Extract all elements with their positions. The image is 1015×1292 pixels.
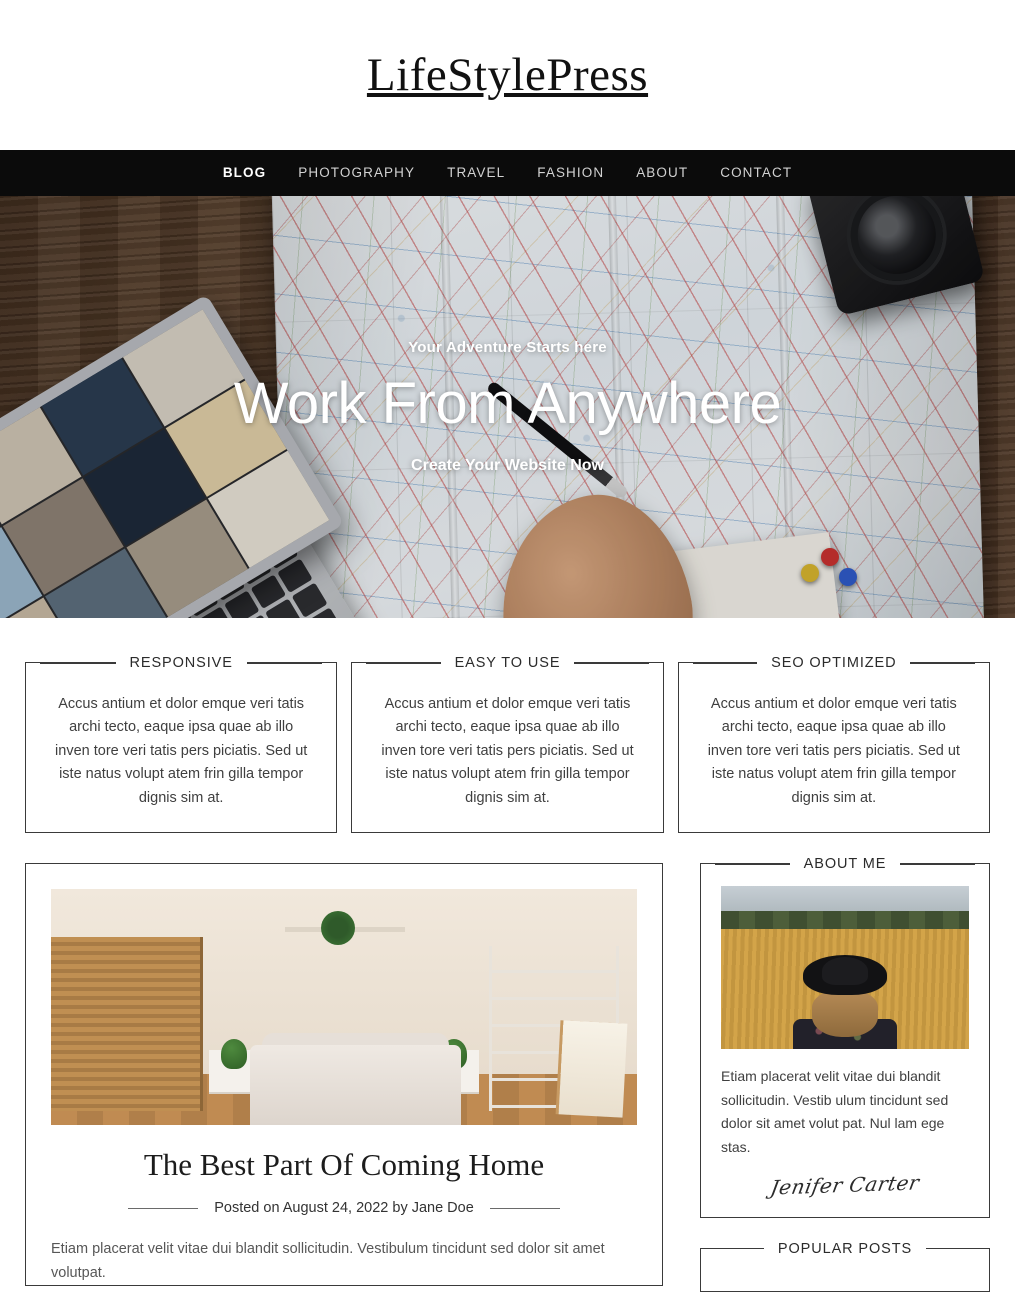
bed bbox=[250, 1045, 462, 1126]
rule-right bbox=[489, 1207, 560, 1209]
widget-popular-posts: POPULAR POSTS bbox=[700, 1240, 990, 1292]
rule-left bbox=[715, 1248, 764, 1250]
rule-left bbox=[40, 662, 116, 664]
nav-item-blog[interactable]: BLOG bbox=[207, 150, 282, 196]
site-title[interactable]: LifeStylePress bbox=[367, 51, 648, 99]
nav-item-travel[interactable]: TRAVEL bbox=[431, 150, 521, 196]
about-me-text: Etiam placerat velit vitae dui blandit s… bbox=[721, 1068, 949, 1155]
rule-right bbox=[574, 662, 649, 664]
nav-item-fashion[interactable]: FASHION bbox=[521, 150, 620, 196]
feature-box-header: RESPONSIVE bbox=[26, 655, 336, 671]
content-layout: The Best Part Of Coming Home Posted on A… bbox=[0, 833, 1015, 1292]
widget-about-me: ABOUT ME Etiam placerat velit vitae dui … bbox=[700, 856, 990, 1218]
post-excerpt: Etiam placerat velit vitae dui blandit s… bbox=[51, 1241, 605, 1281]
post-meta: Posted on August 24, 2022 by Jane Doe bbox=[51, 1200, 637, 1216]
room-divider bbox=[51, 936, 203, 1112]
rule-right bbox=[910, 662, 975, 664]
feature-box-seo-optimized: SEO OPTIMIZED Accus antium et dolor emqu… bbox=[677, 655, 990, 834]
post-featured-image[interactable] bbox=[51, 889, 637, 1126]
about-me-photo bbox=[721, 886, 969, 1050]
rule-right bbox=[926, 1248, 975, 1250]
feature-body-easy-to-use: Accus antium et dolor emque veri tatis a… bbox=[381, 696, 634, 806]
main-column: The Best Part Of Coming Home Posted on A… bbox=[25, 863, 663, 1287]
rule-right bbox=[900, 863, 976, 865]
feature-boxes: RESPONSIVE Accus antium et dolor emque v… bbox=[0, 618, 1015, 834]
author-signature: Jenifer Carter bbox=[768, 1170, 922, 1200]
sidebar: ABOUT ME Etiam placerat velit vitae dui … bbox=[700, 856, 990, 1292]
nav-item-about[interactable]: ABOUT bbox=[620, 150, 704, 196]
hero-title: Work From Anywhere bbox=[233, 371, 782, 437]
rule-left bbox=[128, 1207, 199, 1209]
widget-header: ABOUT ME bbox=[701, 856, 989, 873]
rule-left bbox=[715, 863, 790, 865]
feature-box-responsive: RESPONSIVE Accus antium et dolor emque v… bbox=[25, 655, 338, 834]
post-title[interactable]: The Best Part Of Coming Home bbox=[51, 1147, 637, 1183]
widget-title-popular-posts: POPULAR POSTS bbox=[763, 1240, 927, 1257]
widget-header: POPULAR POSTS bbox=[701, 1240, 989, 1257]
rule-left bbox=[692, 662, 758, 664]
post-meta-text: Posted on August 24, 2022 by Jane Doe bbox=[214, 1200, 474, 1217]
feature-title-responsive: RESPONSIVE bbox=[115, 655, 247, 671]
feature-title-seo-optimized: SEO OPTIMIZED bbox=[757, 655, 911, 671]
blog-post-card: The Best Part Of Coming Home Posted on A… bbox=[25, 863, 663, 1287]
easel bbox=[558, 1019, 628, 1118]
nav-item-contact[interactable]: CONTACT bbox=[704, 150, 808, 196]
black-hat bbox=[803, 954, 887, 995]
rule-left bbox=[366, 662, 441, 664]
main-navigation: BLOG PHOTOGRAPHY TRAVEL FASHION ABOUT CO… bbox=[0, 150, 1015, 196]
feature-title-easy-to-use: EASY TO USE bbox=[440, 655, 575, 671]
hero-cta-link[interactable]: Create Your Website Now bbox=[411, 457, 604, 475]
hero-eyebrow: Your Adventure Starts here bbox=[408, 339, 607, 357]
site-masthead: LifeStylePress bbox=[0, 0, 1015, 150]
feature-box-easy-to-use: EASY TO USE Accus antium et dolor emque … bbox=[351, 655, 664, 834]
widget-title-about-me: ABOUT ME bbox=[789, 856, 901, 873]
feature-box-header: SEO OPTIMIZED bbox=[679, 655, 989, 671]
feature-body-seo-optimized: Accus antium et dolor emque veri tatis a… bbox=[707, 696, 960, 806]
rule-right bbox=[246, 662, 323, 664]
hero-content: Your Adventure Starts here Work From Any… bbox=[0, 196, 1015, 618]
feature-box-header: EASY TO USE bbox=[352, 655, 662, 671]
hero-banner: Your Adventure Starts here Work From Any… bbox=[0, 196, 1015, 618]
nav-item-photography[interactable]: PHOTOGRAPHY bbox=[282, 150, 431, 196]
feature-body-responsive: Accus antium et dolor emque veri tatis a… bbox=[55, 696, 308, 806]
